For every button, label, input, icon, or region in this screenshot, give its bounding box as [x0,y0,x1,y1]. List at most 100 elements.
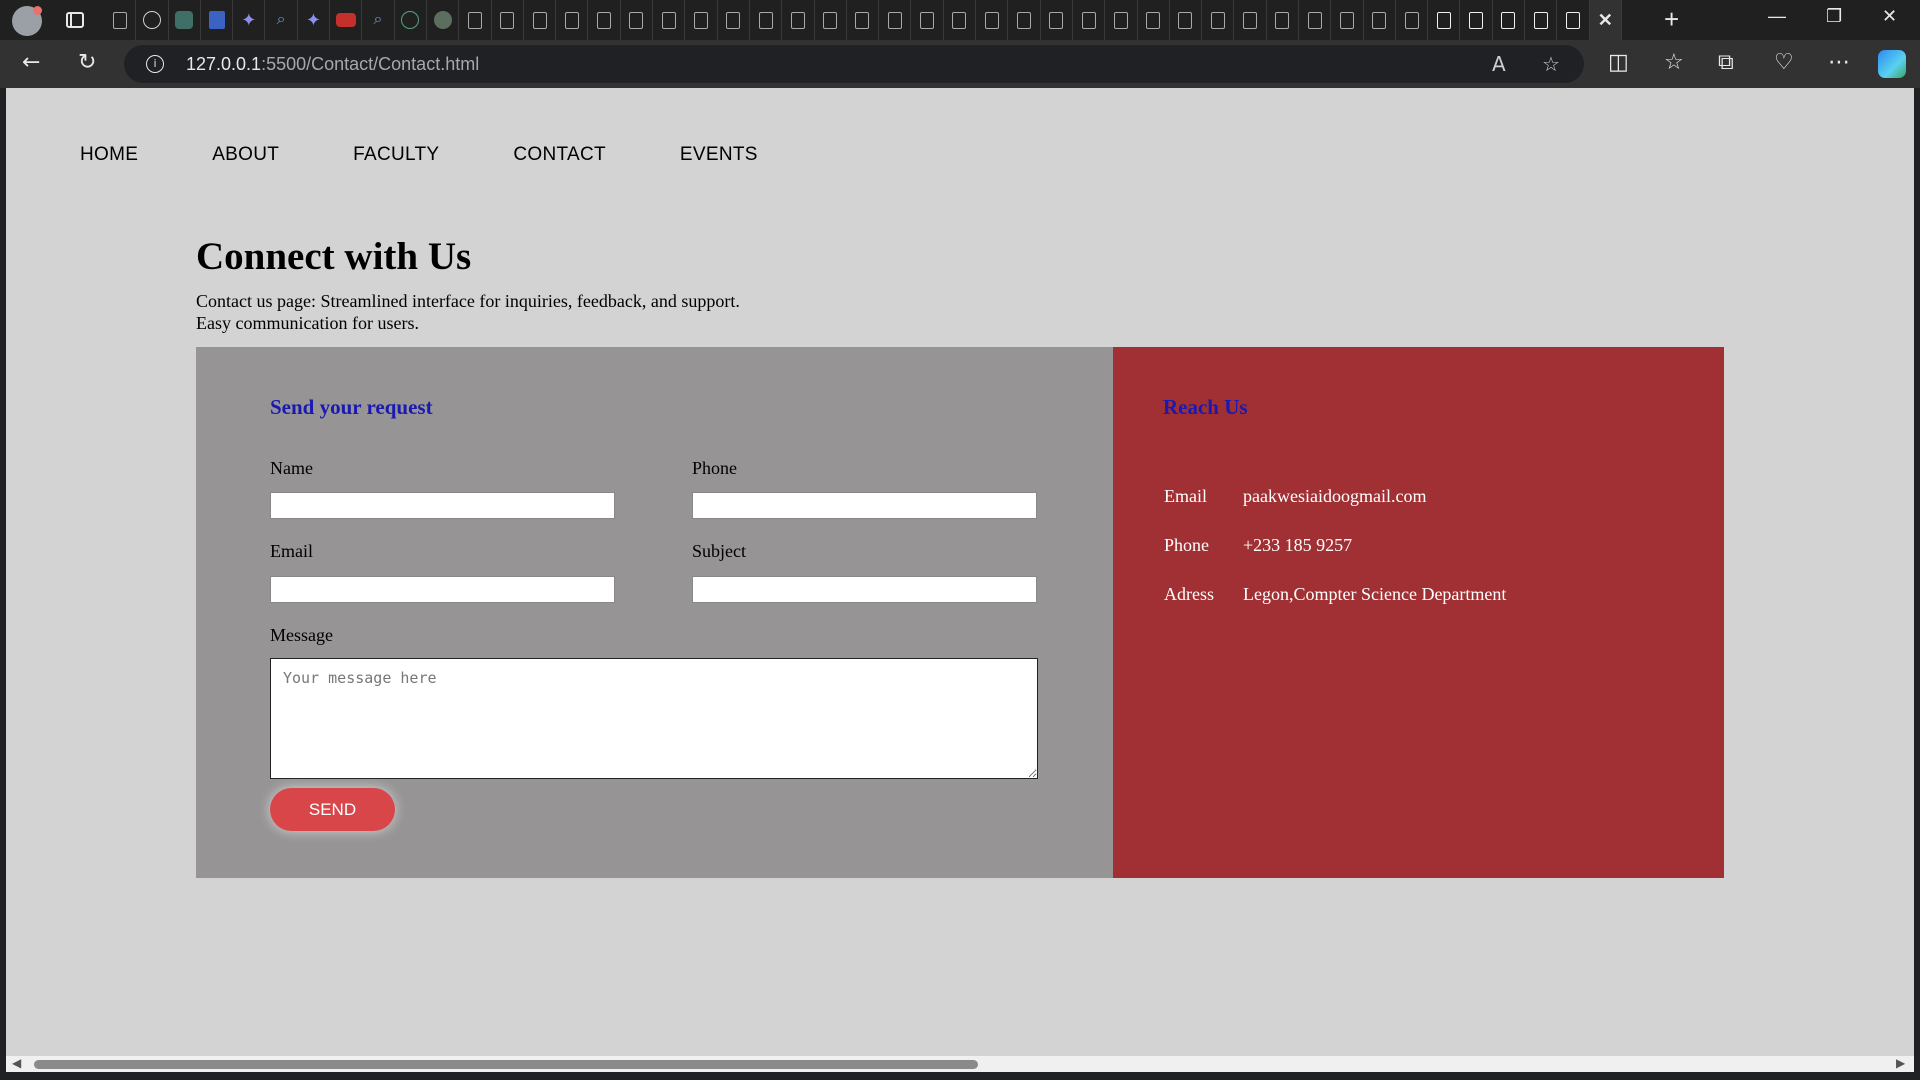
tab-page-icon[interactable] [1170,0,1203,40]
nav-home[interactable]: HOME [80,144,138,166]
tab-page-icon[interactable] [976,0,1009,40]
reach-email-value: paakwesiaidoogmail.com [1243,486,1427,506]
nav-events[interactable]: EVENTS [680,144,758,166]
tab-page-icon[interactable] [1493,0,1526,40]
tab-page-icon[interactable] [1008,0,1041,40]
tab-page-icon[interactable] [459,0,492,40]
tab-page-icon[interactable] [1073,0,1106,40]
tab-page-icon[interactable] [750,0,783,40]
browser-toolbar: ← ↻ i 127.0.0.1:5500/Contact/Contact.htm… [0,40,1920,88]
tab-page-icon[interactable] [492,0,524,40]
tab-gemini-icon[interactable] [298,0,331,40]
tab-page-icon[interactable] [944,0,977,40]
url-host: 127.0.0.1 [186,54,262,74]
tab-page-icon[interactable] [1396,0,1429,40]
scrollbar-thumb[interactable] [34,1060,978,1069]
tab-active-close[interactable]: ✕ [1589,0,1622,40]
reach-address-value: Legon,Compter Science Department [1243,584,1507,604]
scroll-right-icon[interactable]: ▶ [1896,1056,1905,1070]
close-icon[interactable]: ✕ [1598,10,1613,31]
intro-line-1: Contact us page: Streamlined interface f… [196,291,740,311]
split-screen-icon[interactable]: ◫ [1608,50,1629,75]
tab-page-icon[interactable] [1202,0,1235,40]
profile-avatar[interactable] [12,6,42,36]
tab-page-icon[interactable] [621,0,654,40]
nav-about[interactable]: ABOUT [212,144,279,166]
address-bar[interactable]: i 127.0.0.1:5500/Contact/Contact.html A … [124,45,1584,83]
phone-field[interactable] [692,492,1037,519]
tab-page-icon[interactable] [588,0,621,40]
new-tab-icon[interactable]: + [1664,4,1679,35]
tab-page-icon[interactable] [1105,0,1138,40]
tab-page-icon[interactable] [879,0,912,40]
tab-globe-icon[interactable] [427,0,460,40]
tab-youtube-icon[interactable] [330,0,363,40]
subject-field[interactable] [692,576,1037,603]
back-icon[interactable]: ← [22,50,40,75]
message-label: Message [270,625,333,645]
window-close-icon[interactable]: ✕ [1882,6,1897,27]
email-field[interactable] [270,576,615,603]
url-path: :5500/Contact/Contact.html [261,54,480,74]
tab-page-icon[interactable] [1460,0,1493,40]
reach-phone-value: +233 185 9257 [1243,535,1353,555]
scroll-left-icon[interactable]: ◀ [12,1056,21,1070]
tab-search-icon[interactable] [265,0,298,40]
form-title: Send your request [270,395,433,419]
tab-page-icon[interactable] [815,0,847,40]
health-icon[interactable]: ♡ [1774,50,1794,75]
tab-page-icon[interactable] [1234,0,1267,40]
tab-github-icon[interactable] [136,0,169,40]
tab-page-icon[interactable] [1267,0,1299,40]
tab-page-icon[interactable] [1364,0,1396,40]
main-nav: HOME ABOUT FACULTY CONTACT EVENTS [80,144,832,166]
send-button[interactable]: SEND [270,788,395,831]
nav-faculty[interactable]: FACULTY [353,144,439,166]
tab-page-icon[interactable] [1138,0,1170,40]
tab-page-icon[interactable] [1299,0,1332,40]
tab-app-icon[interactable] [169,0,201,40]
minimize-icon[interactable]: — [1768,6,1786,27]
page-intro: Contact us page: Streamlined interface f… [196,290,816,334]
tab-doc-icon[interactable] [201,0,234,40]
favorite-star-icon[interactable]: ☆ [1542,52,1560,76]
tab-page-icon[interactable] [1428,0,1461,40]
tab-search-icon[interactable] [362,0,395,40]
tab-page-icon[interactable] [1557,0,1590,40]
tab-page-icon[interactable] [718,0,750,40]
tab-grammarly-icon[interactable] [395,0,427,40]
tab-page-icon[interactable] [1525,0,1558,40]
copilot-icon[interactable] [1878,50,1906,78]
page-viewport: HOME ABOUT FACULTY CONTACT EVENTS Connec… [6,88,1914,1056]
tab-page-icon[interactable] [1331,0,1364,40]
collections-icon[interactable]: ⧉ [1718,50,1734,75]
reach-phone-label: Phone [1164,535,1209,555]
favorites-icon[interactable]: ☆ [1664,50,1684,75]
tab-page-icon[interactable] [685,0,718,40]
url-text[interactable]: 127.0.0.1:5500/Contact/Contact.html [186,54,479,75]
nav-contact[interactable]: CONTACT [513,144,606,166]
tab-page-icon[interactable] [556,0,589,40]
site-info-icon[interactable]: i [146,55,164,73]
refresh-icon[interactable]: ↻ [78,50,96,75]
tab-page-icon[interactable] [847,0,880,40]
email-label: Email [270,541,313,561]
intro-line-2: Easy communication for users. [196,313,419,333]
tab-page-icon[interactable] [104,0,137,40]
tab-page-icon[interactable] [782,0,815,40]
request-form: Send your request Name Phone Email Subje… [196,347,1113,878]
reach-phone-row: Phone +233 185 9257 [1164,535,1352,556]
more-options-icon[interactable]: ⋯ [1828,50,1850,75]
tab-page-icon[interactable] [653,0,686,40]
tab-actions-icon[interactable] [66,12,84,28]
name-field[interactable] [270,492,615,519]
message-field[interactable] [270,658,1038,779]
read-aloud-icon[interactable]: A [1492,52,1506,76]
tab-gemini-icon[interactable] [233,0,266,40]
tab-page-icon[interactable] [1041,0,1073,40]
tab-page-icon[interactable] [911,0,944,40]
tab-page-icon[interactable] [524,0,557,40]
horizontal-scrollbar[interactable]: ◀ ▶ [6,1056,1914,1072]
subject-label: Subject [692,541,746,561]
restore-icon[interactable]: ❐ [1826,6,1842,27]
